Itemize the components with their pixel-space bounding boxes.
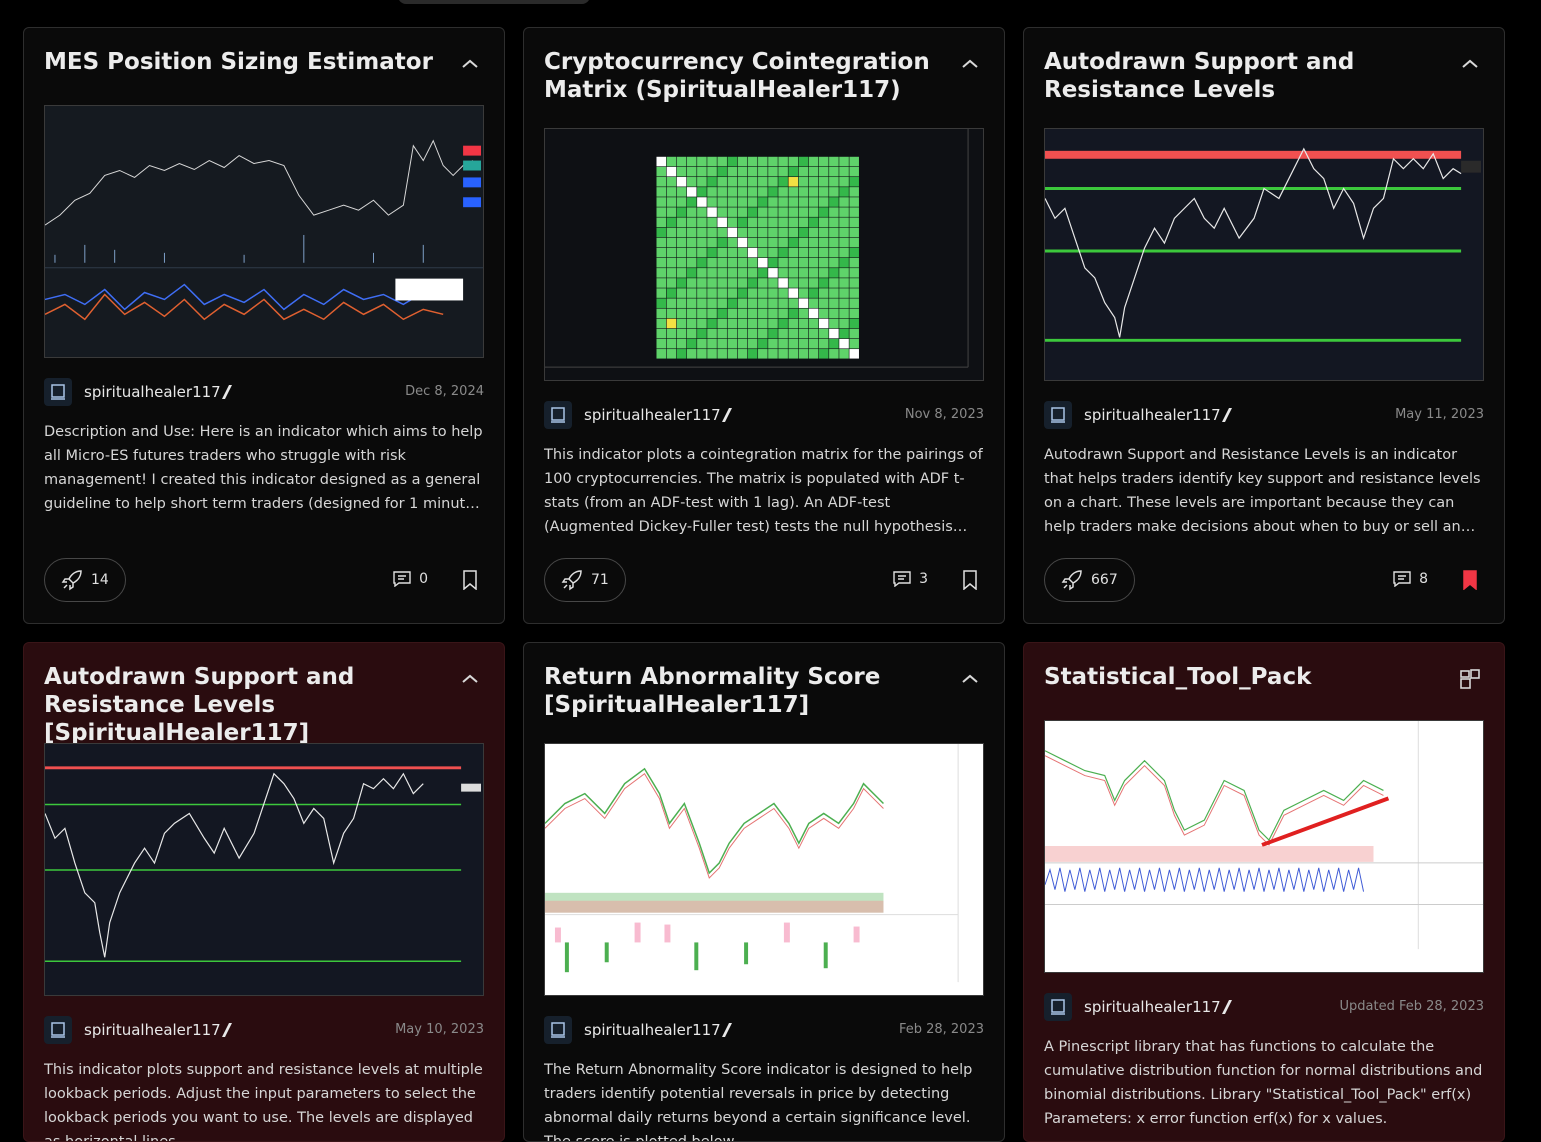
chart-thumbnail[interactable] xyxy=(1044,128,1484,381)
avatar[interactable] xyxy=(1044,993,1072,1021)
chart-thumbnail[interactable] xyxy=(44,105,484,358)
comment-icon xyxy=(1393,571,1411,587)
card-description: The Return Abnormality Score indicator i… xyxy=(544,1062,973,1142)
publish-date: Updated Feb 28, 2023 xyxy=(1339,999,1484,1014)
comments-button[interactable]: 3 xyxy=(893,571,928,587)
author-name[interactable]: spiritualhealer117 xyxy=(584,406,721,424)
pencil-icon xyxy=(1222,408,1232,422)
publish-date: Dec 8, 2024 xyxy=(405,384,484,399)
script-card[interactable]: Statistical_Tool_Pack spiritualhealer117… xyxy=(1023,642,1505,1142)
pencil-icon xyxy=(722,408,732,422)
card-title[interactable]: Autodrawn Support and Resistance Levels … xyxy=(44,663,444,747)
pencil-icon xyxy=(1222,1000,1232,1014)
bookmark-icon[interactable] xyxy=(462,570,478,590)
bookmark-icon[interactable] xyxy=(1462,570,1478,590)
chart-thumbnail[interactable] xyxy=(44,743,484,996)
chart-thumbnail[interactable] xyxy=(544,743,984,996)
script-card[interactable]: Cryptocurrency Cointegration Matrix (Spi… xyxy=(523,27,1005,624)
rocket-icon xyxy=(61,570,82,591)
avatar[interactable] xyxy=(44,1016,72,1044)
avatar[interactable] xyxy=(544,1016,572,1044)
comment-icon xyxy=(893,571,911,587)
card-description: A Pinescript library that has functions … xyxy=(1044,1039,1483,1127)
boost-button[interactable]: 71 xyxy=(544,558,626,602)
top-scroll-pill[interactable] xyxy=(398,0,590,4)
chart-thumbnail[interactable] xyxy=(544,128,984,381)
author-name[interactable]: spiritualhealer117 xyxy=(84,383,221,401)
pencil-icon xyxy=(722,1023,732,1037)
comment-icon xyxy=(393,571,411,587)
avatar[interactable] xyxy=(1044,401,1072,429)
card-description: This indicator plots support and resista… xyxy=(44,1062,483,1142)
bookmark-icon[interactable] xyxy=(962,570,978,590)
boost-button[interactable]: 667 xyxy=(1044,558,1135,602)
author-name[interactable]: spiritualhealer117 xyxy=(84,1021,221,1039)
comment-count: 0 xyxy=(419,571,428,587)
publish-date: May 10, 2023 xyxy=(395,1022,484,1037)
script-card[interactable]: MES Position Sizing Estimator spiritualh… xyxy=(23,27,505,624)
author-name[interactable]: spiritualhealer117 xyxy=(1084,406,1221,424)
publish-date: May 11, 2023 xyxy=(1395,407,1484,422)
card-title[interactable]: Statistical_Tool_Pack xyxy=(1044,663,1444,691)
card-title[interactable]: Cryptocurrency Cointegration Matrix (Spi… xyxy=(544,48,944,104)
comments-button[interactable]: 8 xyxy=(1393,571,1428,587)
publish-date: Feb 28, 2023 xyxy=(898,1022,984,1037)
boost-button[interactable]: 14 xyxy=(44,558,126,602)
author-name[interactable]: spiritualhealer117 xyxy=(1084,998,1221,1016)
boost-count: 71 xyxy=(591,572,609,588)
script-card[interactable]: Return Abnormality Score [SpiritualHeale… xyxy=(523,642,1005,1142)
card-description: Autodrawn Support and Resistance Levels … xyxy=(1044,447,1481,535)
script-card[interactable]: Autodrawn Support and Resistance Levels … xyxy=(23,642,505,1142)
chevron-up-icon[interactable] xyxy=(1458,52,1482,76)
author-name[interactable]: spiritualhealer117 xyxy=(584,1021,721,1039)
chevron-up-icon[interactable] xyxy=(958,52,982,76)
avatar[interactable] xyxy=(544,401,572,429)
pencil-icon xyxy=(222,1023,232,1037)
pencil-icon xyxy=(222,385,232,399)
library-icon[interactable] xyxy=(1458,667,1482,691)
boost-count: 14 xyxy=(91,572,109,588)
card-description: Description and Use: Here is an indicato… xyxy=(44,424,483,512)
card-title[interactable]: Autodrawn Support and Resistance Levels xyxy=(1044,48,1444,104)
comment-count: 3 xyxy=(919,571,928,587)
card-description: This indicator plots a cointegration mat… xyxy=(544,447,983,535)
comment-count: 8 xyxy=(1419,571,1428,587)
comments-button[interactable]: 0 xyxy=(393,571,428,587)
chart-thumbnail[interactable] xyxy=(1044,720,1484,973)
chevron-up-icon[interactable] xyxy=(458,667,482,691)
rocket-icon xyxy=(561,570,582,591)
publish-date: Nov 8, 2023 xyxy=(904,407,984,422)
script-card[interactable]: Autodrawn Support and Resistance Levels … xyxy=(1023,27,1505,624)
rocket-icon xyxy=(1061,570,1082,591)
chevron-up-icon[interactable] xyxy=(458,52,482,76)
chevron-up-icon[interactable] xyxy=(958,667,982,691)
avatar[interactable] xyxy=(44,378,72,406)
boost-count: 667 xyxy=(1091,572,1118,588)
card-title[interactable]: Return Abnormality Score [SpiritualHeale… xyxy=(544,663,944,719)
card-title[interactable]: MES Position Sizing Estimator xyxy=(44,48,444,76)
